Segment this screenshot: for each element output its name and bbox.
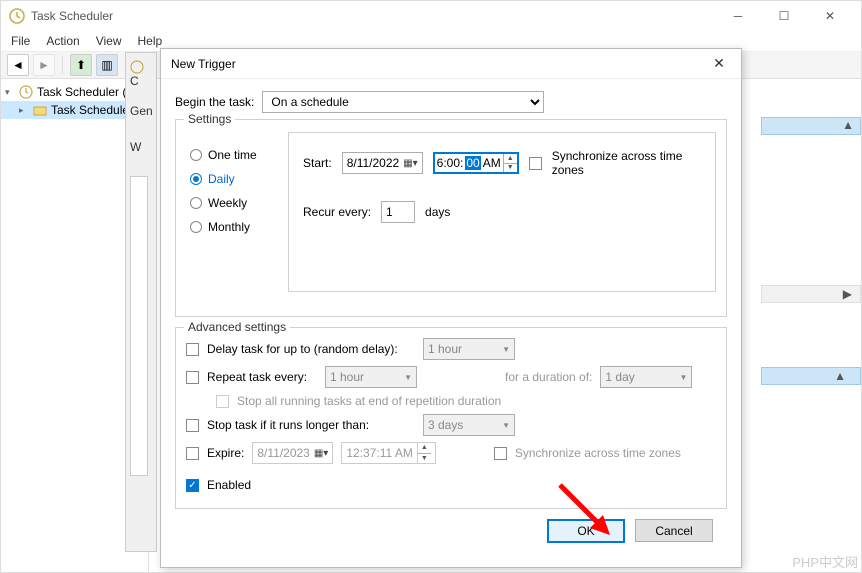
settings-legend: Settings	[184, 112, 235, 126]
title-bar: Task Scheduler ─ ☐ ✕	[1, 1, 861, 31]
stop-if-combo[interactable]: 3 days▼	[423, 414, 515, 436]
stop-if-checkbox[interactable]	[186, 419, 199, 432]
start-date-field[interactable]: 8/11/2022 ▦▾	[342, 152, 423, 174]
forward-button[interactable]: ►	[33, 54, 55, 76]
up-button[interactable]: ⬆	[70, 54, 92, 76]
stop-if-label: Stop task if it runs longer than:	[207, 418, 415, 432]
begin-task-select[interactable]: On a schedule	[262, 91, 544, 113]
recur-label: Recur every:	[303, 205, 371, 219]
expire-checkbox[interactable]	[186, 447, 199, 460]
stop-all-label: Stop all running tasks at end of repetit…	[237, 394, 501, 408]
time-spinner[interactable]: ▲▼	[503, 154, 517, 172]
app-icon	[9, 8, 25, 24]
calendar-icon[interactable]: ▦▾	[403, 158, 417, 169]
start-time-seconds[interactable]: 00	[465, 156, 480, 170]
menu-file[interactable]: File	[11, 34, 30, 48]
start-date-value: 8/11/2022	[347, 156, 400, 170]
begin-task-label: Begin the task:	[175, 95, 254, 109]
menu-help[interactable]: Help	[138, 34, 163, 48]
back-button[interactable]: ◄	[7, 54, 29, 76]
actions-row[interactable]: ▶	[761, 285, 861, 303]
enabled-checkbox[interactable]	[186, 479, 199, 492]
radio-weekly[interactable]: Weekly	[190, 196, 257, 210]
close-button[interactable]: ✕	[807, 1, 853, 31]
recur-unit: days	[425, 205, 450, 219]
advanced-group: Advanced settings Delay task for up to (…	[175, 327, 727, 509]
schedule-radios: One time Daily Weekly Monthly	[190, 148, 257, 234]
scheduler-icon	[19, 85, 33, 99]
radio-daily[interactable]: Daily	[190, 172, 257, 186]
radio-monthly[interactable]: Monthly	[190, 220, 257, 234]
maximize-button[interactable]: ☐	[761, 1, 807, 31]
settings-group: Settings One time Daily Weekly Monthly S…	[175, 119, 727, 317]
advanced-legend: Advanced settings	[184, 320, 290, 334]
stop-all-checkbox	[216, 395, 229, 408]
dialog-buttons: OK Cancel	[175, 509, 727, 543]
delay-combo[interactable]: 1 hour▼	[423, 338, 515, 360]
expire-time-field: 12:37:11 AM ▲▼	[341, 442, 436, 464]
actions-header-2: ▲	[761, 367, 861, 385]
repeat-combo[interactable]: 1 hour▼	[325, 366, 417, 388]
dialog-close-button[interactable]: ✕	[707, 52, 731, 76]
delay-checkbox[interactable]	[186, 343, 199, 356]
delay-label: Delay task for up to (random delay):	[207, 342, 415, 356]
menu-action[interactable]: Action	[46, 34, 79, 48]
menu-view[interactable]: View	[96, 34, 122, 48]
sync-tz-label: Synchronize across time zones	[552, 149, 701, 177]
start-time-field[interactable]: 6:00:00 AM ▲▼	[433, 152, 519, 174]
underlying-gen: Gen	[130, 104, 152, 118]
underlying-dialog: C Gen W	[125, 52, 157, 552]
watermark: PHP中文网	[792, 552, 858, 571]
minimize-button[interactable]: ─	[715, 1, 761, 31]
sync-tz-checkbox[interactable]	[529, 157, 542, 170]
sync-tz2-checkbox	[494, 447, 507, 460]
expand-icon[interactable]: ▸	[19, 105, 29, 116]
window-title: Task Scheduler	[31, 9, 715, 23]
underlying-c: C	[130, 74, 139, 88]
duration-label: for a duration of:	[505, 370, 592, 384]
enabled-label: Enabled	[207, 478, 251, 492]
repeat-label: Repeat task every:	[207, 370, 317, 384]
window-controls: ─ ☐ ✕	[715, 1, 853, 31]
expand-icon[interactable]: ▾	[5, 87, 15, 98]
expire-date-field: 8/11/2023▦▾	[252, 442, 333, 464]
underlying-w: W	[130, 140, 152, 154]
recur-input[interactable]	[381, 201, 415, 223]
radio-one-time[interactable]: One time	[190, 148, 257, 162]
dialog-title: New Trigger	[171, 57, 707, 71]
panel-button[interactable]: ▥	[96, 54, 118, 76]
sync-tz2-label: Synchronize across time zones	[515, 446, 681, 460]
expire-label: Expire:	[207, 446, 244, 460]
actions-header: ▲	[761, 117, 861, 135]
repeat-checkbox[interactable]	[186, 371, 199, 384]
schedule-details: Start: 8/11/2022 ▦▾ 6:00:00 AM ▲▼ Synchr…	[288, 132, 716, 292]
cancel-button[interactable]: Cancel	[635, 519, 713, 542]
tree-root-label: Task Scheduler (L	[37, 85, 133, 99]
duration-combo[interactable]: 1 day▼	[600, 366, 692, 388]
ok-button[interactable]: OK	[547, 519, 625, 543]
new-trigger-dialog: New Trigger ✕ Begin the task: On a sched…	[160, 48, 742, 568]
folder-icon	[33, 103, 47, 117]
tree-child-label: Task Schedule	[51, 103, 129, 117]
dialog-title-bar: New Trigger ✕	[161, 49, 741, 79]
start-label: Start:	[303, 156, 332, 170]
